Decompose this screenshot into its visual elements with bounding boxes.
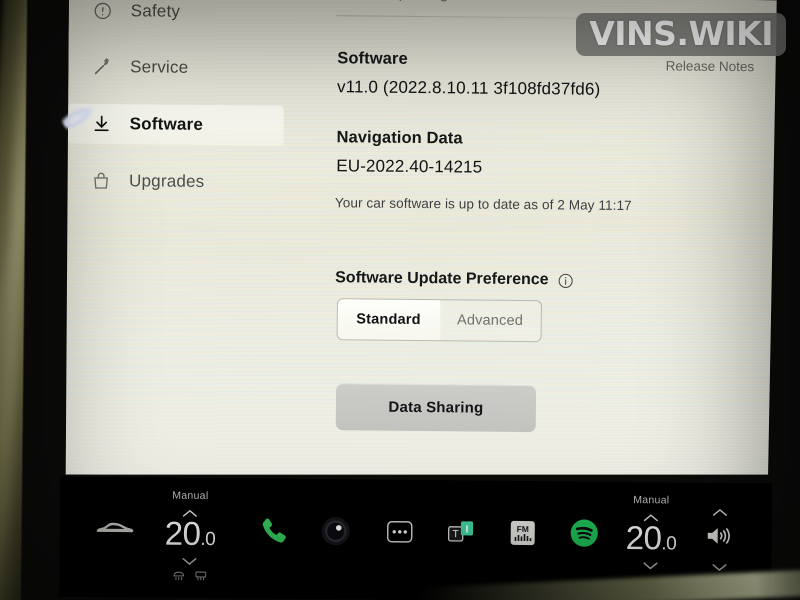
dashcam-icon bbox=[321, 516, 351, 546]
sidebar-item-safety[interactable]: Safety bbox=[69, 0, 301, 33]
cut-off-text: included package bbox=[337, 0, 457, 2]
volume-control[interactable] bbox=[704, 501, 735, 572]
car-icon bbox=[94, 515, 138, 539]
left-climate-mode-label: Manual bbox=[172, 489, 209, 502]
fm-radio-button[interactable]: FM bbox=[510, 520, 536, 546]
settings-sidebar: Safety Service Software Upgrades bbox=[67, 0, 301, 203]
right-temperature: 20.0 bbox=[625, 519, 677, 557]
sidebar-item-label: Safety bbox=[130, 1, 181, 21]
software-version: v11.0 (2022.8.10.11 3f108fd37fd6) bbox=[336, 77, 601, 99]
tunein-icon: T I bbox=[447, 519, 478, 543]
left-climate-control[interactable]: Manual 20.0 bbox=[164, 490, 215, 580]
phone-button[interactable] bbox=[258, 514, 290, 546]
software-section: Software v11.0 (2022.8.10.11 3f108fd37fd… bbox=[337, 49, 601, 100]
phone-icon bbox=[258, 514, 290, 546]
left-temp-decimal: .0 bbox=[200, 528, 216, 551]
update-preference-toggle[interactable]: Standard Advanced bbox=[337, 298, 542, 342]
software-update-preference-header: Software Update Preference bbox=[335, 269, 575, 289]
svg-text:I: I bbox=[465, 525, 468, 536]
wrench-icon bbox=[92, 57, 112, 77]
sidebar-item-service[interactable]: Service bbox=[68, 47, 300, 89]
defrost-front-icon[interactable] bbox=[172, 568, 185, 580]
sidebar-item-label: Service bbox=[130, 57, 189, 77]
defrost-controls bbox=[172, 568, 207, 580]
left-temperature: 20.0 bbox=[164, 514, 216, 552]
volume-icon bbox=[705, 524, 735, 548]
more-dots-icon bbox=[386, 519, 413, 545]
fm-radio-icon: FM bbox=[510, 520, 536, 546]
spotify-icon bbox=[570, 518, 599, 547]
sidebar-item-software[interactable]: Software bbox=[67, 104, 283, 146]
right-climate-control[interactable]: Manual 20.0 bbox=[625, 494, 677, 570]
photo-frame: Safety Service Software Upgrades Softwar… bbox=[0, 0, 800, 600]
defrost-rear-icon[interactable] bbox=[194, 568, 207, 580]
chevron-down-icon[interactable] bbox=[710, 559, 728, 572]
preference-title: Software Update Preference bbox=[335, 269, 549, 289]
chevron-up-icon[interactable] bbox=[711, 504, 729, 516]
sidebar-item-label: Software bbox=[129, 114, 204, 134]
car-button[interactable] bbox=[94, 515, 138, 539]
svg-text:T: T bbox=[452, 529, 459, 540]
navigation-label: Navigation Data bbox=[336, 128, 463, 148]
watermark: VINS.WIKI bbox=[576, 13, 786, 56]
left-temp-whole: 20 bbox=[164, 514, 201, 552]
preference-option-standard[interactable]: Standard bbox=[338, 299, 440, 340]
chevron-up-icon[interactable] bbox=[642, 509, 660, 522]
info-circle-icon[interactable] bbox=[557, 272, 574, 289]
preference-option-advanced[interactable]: Advanced bbox=[439, 300, 541, 341]
exclamation-circle-icon bbox=[93, 1, 113, 21]
software-label: Software bbox=[337, 49, 408, 68]
more-button[interactable] bbox=[386, 519, 413, 545]
spotify-button[interactable] bbox=[570, 518, 599, 547]
tesla-touchscreen: Safety Service Software Upgrades Softwar… bbox=[59, 0, 777, 600]
navigation-section: Navigation Data EU-2022.40-14215 bbox=[336, 128, 483, 177]
right-climate-mode-label: Manual bbox=[633, 494, 670, 507]
svg-text:FM: FM bbox=[517, 524, 529, 534]
data-sharing-button[interactable]: Data Sharing bbox=[336, 383, 536, 432]
sidebar-item-label: Upgrades bbox=[129, 171, 205, 191]
chevron-down-icon[interactable] bbox=[642, 557, 660, 570]
sidebar-item-upgrades[interactable]: Upgrades bbox=[67, 161, 299, 203]
chevron-up-icon[interactable] bbox=[181, 505, 199, 517]
navigation-version: EU-2022.40-14215 bbox=[336, 156, 483, 177]
chevron-down-icon[interactable] bbox=[181, 553, 199, 565]
dashcam-button[interactable] bbox=[321, 516, 351, 546]
shopping-bag-icon bbox=[91, 171, 111, 191]
release-notes-link[interactable]: Release Notes bbox=[666, 58, 755, 74]
update-status-text: Your car software is up to date as of 2 … bbox=[334, 195, 632, 214]
tunein-button[interactable]: T I bbox=[447, 519, 478, 543]
right-temp-decimal: .0 bbox=[661, 533, 677, 555]
right-temp-whole: 20 bbox=[625, 519, 662, 557]
